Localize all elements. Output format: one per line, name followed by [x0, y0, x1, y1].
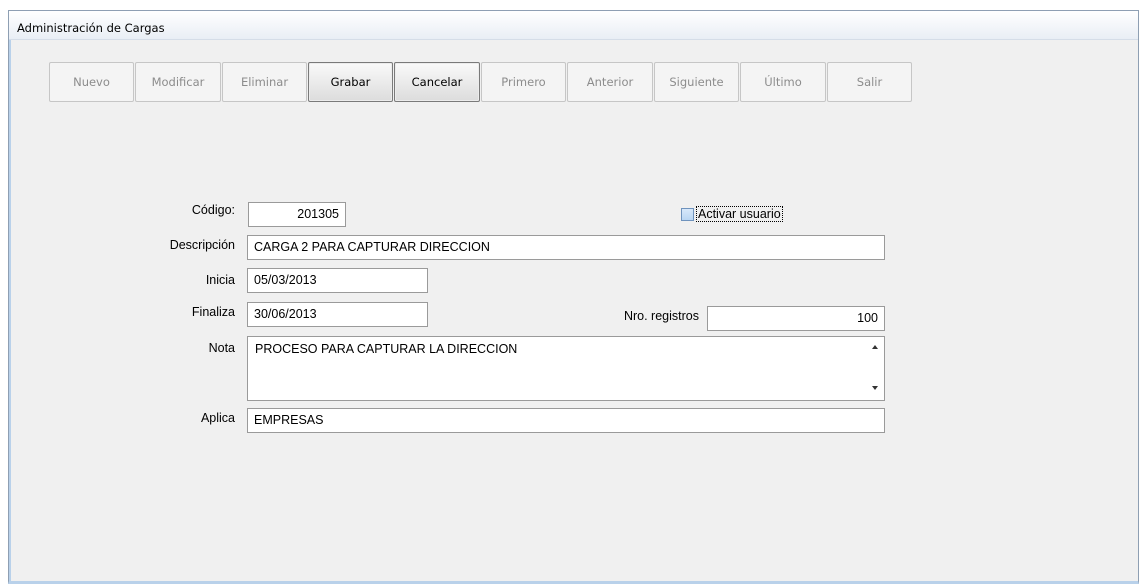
- primero-button[interactable]: Primero: [481, 62, 566, 102]
- descripcion-label: Descripción: [169, 238, 235, 252]
- activar-usuario-label[interactable]: Activar usuario: [696, 206, 783, 222]
- aplica-label: Aplica: [200, 411, 235, 425]
- siguiente-button[interactable]: Siguiente: [654, 62, 739, 102]
- window-title: Administración de Cargas: [9, 11, 1138, 40]
- window-left-border: [9, 40, 11, 581]
- nota-textarea[interactable]: PROCESO PARA CAPTURAR LA DIRECCION: [247, 336, 885, 401]
- scroll-down-icon[interactable]: [872, 386, 878, 390]
- eliminar-button[interactable]: Eliminar: [222, 62, 307, 102]
- activar-usuario-checkbox-group[interactable]: Activar usuario: [681, 206, 783, 222]
- nota-label: Nota: [208, 341, 235, 355]
- nro-registros-label: Nro. registros: [623, 309, 699, 323]
- descripcion-field[interactable]: CARGA 2 PARA CAPTURAR DIRECCION: [247, 235, 885, 260]
- nuevo-button[interactable]: Nuevo: [49, 62, 134, 102]
- finaliza-label: Finaliza: [191, 305, 235, 319]
- nro-registros-field[interactable]: 100: [707, 306, 885, 331]
- finaliza-field[interactable]: 30/06/2013: [247, 302, 428, 327]
- inicia-label: Inicia: [205, 273, 235, 287]
- grabar-button[interactable]: Grabar: [308, 62, 393, 102]
- aplica-field[interactable]: EMPRESAS: [247, 408, 885, 433]
- codigo-field[interactable]: 201305: [248, 202, 346, 227]
- modificar-button[interactable]: Modificar: [135, 62, 221, 102]
- scroll-up-icon[interactable]: [872, 345, 878, 349]
- ultimo-button[interactable]: Último: [740, 62, 826, 102]
- anterior-button[interactable]: Anterior: [567, 62, 653, 102]
- salir-button[interactable]: Salir: [827, 62, 912, 102]
- nota-text: PROCESO PARA CAPTURAR LA DIRECCION: [255, 342, 518, 356]
- codigo-label: Código:: [191, 203, 235, 217]
- activar-usuario-checkbox[interactable]: [681, 207, 694, 221]
- inicia-field[interactable]: 05/03/2013: [247, 268, 428, 293]
- cancelar-button[interactable]: Cancelar: [394, 62, 480, 102]
- main-window: Administración de Cargas Nuevo Modificar…: [8, 10, 1139, 584]
